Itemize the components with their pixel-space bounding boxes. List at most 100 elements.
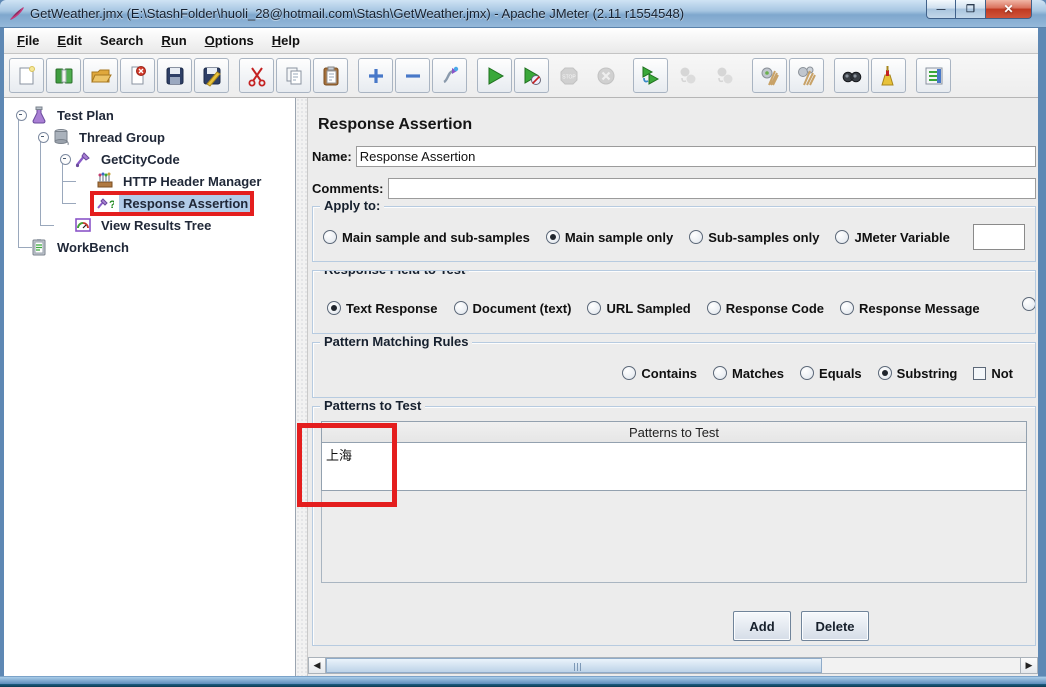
radio-contains[interactable]: Contains xyxy=(622,366,697,381)
remote-stop-all-button[interactable] xyxy=(670,58,705,93)
delete-button[interactable]: Delete xyxy=(801,611,869,641)
function-helper-button[interactable] xyxy=(916,58,951,93)
radio-icon xyxy=(713,366,727,380)
cut-button[interactable] xyxy=(239,58,274,93)
thread-group-icon xyxy=(52,128,70,146)
menu-file[interactable]: File xyxy=(8,30,48,51)
horizontal-scrollbar[interactable]: ◀ ▶ xyxy=(308,657,1038,674)
checkbox-not[interactable]: Not xyxy=(973,366,1013,381)
split-pane-divider[interactable] xyxy=(296,98,308,676)
response-field-group-title: Response Field to Test xyxy=(320,270,469,277)
patterns-to-test-group: Patterns to Test Patterns to Test 上海 Add… xyxy=(312,406,1036,646)
templates-button[interactable] xyxy=(46,58,81,93)
new-file-icon xyxy=(16,65,38,87)
http-sampler-icon xyxy=(74,150,92,168)
radio-label: Equals xyxy=(819,366,862,381)
add-element-button[interactable] xyxy=(358,58,393,93)
tree-item-workbench[interactable]: WorkBench xyxy=(4,236,295,258)
save-as-button[interactable] xyxy=(194,58,229,93)
comments-input[interactable] xyxy=(388,178,1036,199)
annotation-rect-pattern xyxy=(297,423,397,507)
radio-label: Sub-samples only xyxy=(708,230,819,245)
add-icon xyxy=(365,65,387,87)
radio-label: Substring xyxy=(897,366,958,381)
remote-start-all-button[interactable] xyxy=(633,58,668,93)
radio-icon xyxy=(840,301,854,315)
radio-icon xyxy=(800,366,814,380)
pattern-rules-group-title: Pattern Matching Rules xyxy=(320,334,472,349)
close-button[interactable] xyxy=(986,0,1032,19)
save-icon xyxy=(164,65,186,87)
radio-response-message[interactable]: Response Message xyxy=(840,301,980,316)
paste-button[interactable] xyxy=(313,58,348,93)
minimize-button[interactable] xyxy=(926,0,956,19)
remote-start-all-icon xyxy=(640,65,662,87)
patterns-table: Patterns to Test 上海 xyxy=(321,421,1027,583)
stop-button[interactable]: STOP xyxy=(551,58,586,93)
clear-button[interactable] xyxy=(752,58,787,93)
toggle-icon xyxy=(439,65,461,87)
checkbox-icon xyxy=(973,367,986,380)
annotation-rect-tree xyxy=(90,191,254,216)
copy-button[interactable] xyxy=(276,58,311,93)
radio-main-sample-only[interactable]: Main sample only xyxy=(546,230,673,245)
radio-label: Response Code xyxy=(726,301,824,316)
save-button[interactable] xyxy=(157,58,192,93)
radio-sub-samples-only[interactable]: Sub-samples only xyxy=(689,230,819,245)
title-bar[interactable]: GetWeather.jmx (E:\StashFolder\huoli_28@… xyxy=(0,0,1046,28)
radio-url-sampled[interactable]: URL Sampled xyxy=(587,301,690,316)
radio-icon xyxy=(689,230,703,244)
radio-label: URL Sampled xyxy=(606,301,690,316)
radio-equals[interactable]: Equals xyxy=(800,366,862,381)
clear-all-icon xyxy=(796,65,818,87)
search-button[interactable] xyxy=(834,58,869,93)
tree-item-label: Thread Group xyxy=(75,129,169,146)
radio-label: Document (text) xyxy=(473,301,572,316)
radio-icon[interactable] xyxy=(1022,297,1036,311)
radio-main-sample-and-sub-samples[interactable]: Main sample and sub-samples xyxy=(323,230,530,245)
tree-item-getcitycode[interactable]: GetCityCode xyxy=(4,148,295,170)
scroll-left-arrow-icon[interactable]: ◀ xyxy=(309,658,326,673)
search-reset-button[interactable] xyxy=(871,58,906,93)
radio-matches[interactable]: Matches xyxy=(713,366,784,381)
remote-stop-all-icon xyxy=(677,65,699,87)
tree-item-thread-group[interactable]: Thread Group xyxy=(4,126,295,148)
apply-to-group-title: Apply to: xyxy=(320,198,384,213)
start-no-timers-button[interactable] xyxy=(514,58,549,93)
templates-icon xyxy=(53,65,75,87)
toggle-button[interactable] xyxy=(432,58,467,93)
radio-substring[interactable]: Substring xyxy=(878,366,958,381)
name-input[interactable] xyxy=(356,146,1036,167)
tree-item-http-header-manager[interactable]: HTTP Header Manager xyxy=(4,170,295,192)
jmeter-window: GetWeather.jmx (E:\StashFolder\huoli_28@… xyxy=(0,0,1046,687)
tree-item-label: View Results Tree xyxy=(97,217,215,234)
menu-run[interactable]: Run xyxy=(152,30,195,51)
scrollbar-thumb[interactable] xyxy=(326,658,822,673)
add-button[interactable]: Add xyxy=(733,611,791,641)
comments-label: Comments: xyxy=(312,181,384,196)
stop-icon: STOP xyxy=(558,65,580,87)
new-file-button[interactable] xyxy=(9,58,44,93)
radio-jmeter-variable[interactable]: JMeter Variable xyxy=(835,230,949,245)
jmeter-variable-input[interactable] xyxy=(973,224,1025,250)
menu-help[interactable]: Help xyxy=(263,30,309,51)
shutdown-button[interactable] xyxy=(588,58,623,93)
clear-all-button[interactable] xyxy=(789,58,824,93)
header-manager-icon xyxy=(96,172,114,190)
radio-text-response[interactable]: Text Response xyxy=(327,301,438,316)
maximize-button[interactable] xyxy=(956,0,986,19)
test-plan-tree: Test Plan Thread Group GetCityCode HTTP … xyxy=(4,98,296,676)
remove-element-button[interactable] xyxy=(395,58,430,93)
menu-search[interactable]: Search xyxy=(91,30,152,51)
menu-options[interactable]: Options xyxy=(196,30,263,51)
tree-item-test-plan[interactable]: Test Plan xyxy=(4,104,295,126)
radio-document-text[interactable]: Document (text) xyxy=(454,301,572,316)
menu-edit[interactable]: Edit xyxy=(48,30,91,51)
radio-response-code[interactable]: Response Code xyxy=(707,301,824,316)
table-row[interactable]: 上海 xyxy=(321,443,1027,491)
close-file-button[interactable] xyxy=(120,58,155,93)
start-button[interactable] xyxy=(477,58,512,93)
remote-shutdown-all-button[interactable] xyxy=(707,58,742,93)
open-file-button[interactable] xyxy=(83,58,118,93)
scroll-right-arrow-icon[interactable]: ▶ xyxy=(1020,658,1037,673)
